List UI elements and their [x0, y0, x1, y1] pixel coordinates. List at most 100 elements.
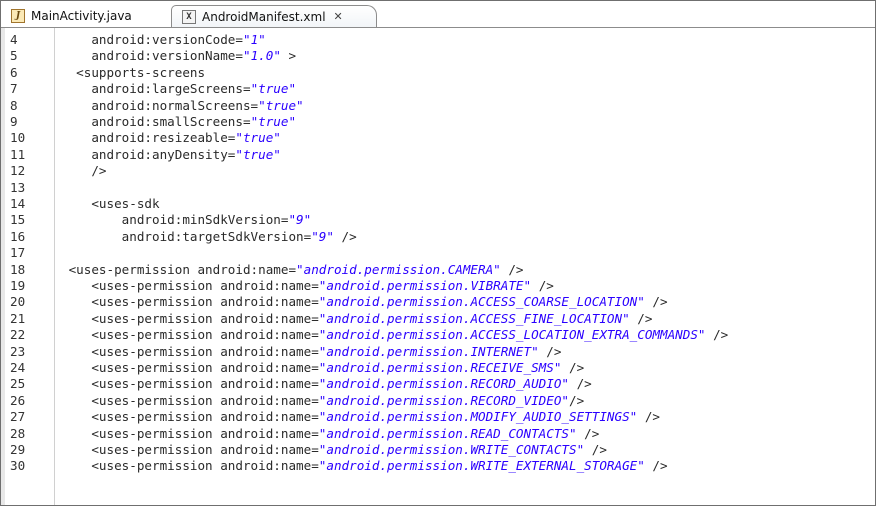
code-text: <uses-permission android:name="android.p…	[61, 327, 728, 343]
line-number: 11	[10, 146, 26, 162]
string-literal: "1"	[242, 32, 266, 47]
string-literal: "android.permission.WRITE_CONTACTS"	[318, 442, 585, 457]
string-literal: "true"	[258, 97, 304, 113]
xml-file-icon: X	[182, 9, 196, 24]
code-text: <uses-permission android:name="android.p…	[61, 360, 584, 376]
code-line[interactable]: 5 android:versionName="1.0" >	[1, 48, 871, 64]
code-token: android:resizeable=	[61, 130, 236, 146]
code-line[interactable]: 10 android:resizeable="true"	[1, 130, 871, 146]
code-token: <uses-permission android:name=	[61, 392, 319, 408]
code-text: android:targetSdkVersion="9" />	[61, 229, 357, 245]
code-text: android:largeScreens="true"	[61, 81, 296, 97]
code-token: />	[629, 310, 653, 326]
code-line[interactable]: 28 <uses-permission android:name="androi…	[1, 426, 871, 442]
string-literal: "android.permission.ACCESS_LOCATION_EXTR…	[318, 327, 706, 343]
line-number: 6	[10, 64, 18, 80]
close-tab-icon[interactable]: ✕	[334, 10, 343, 23]
code-line[interactable]: 19 <uses-permission android:name="androi…	[1, 278, 871, 294]
code-text: <uses-permission android:name="android.p…	[61, 376, 591, 392]
line-number: 8	[10, 97, 18, 113]
code-line[interactable]: 8 android:normalScreens="true"	[1, 98, 871, 114]
code-text: android:minSdkVersion="9"	[61, 212, 312, 228]
line-number: 23	[10, 343, 26, 359]
code-line[interactable]: 15 android:minSdkVersion="9"	[1, 212, 871, 228]
code-token: />	[637, 409, 660, 425]
code-text: <uses-sdk	[61, 196, 160, 212]
tab-android-manifest-xml[interactable]: X AndroidManifest.xml ✕	[171, 5, 377, 27]
code-text: <uses-permission android:name="android.p…	[61, 278, 554, 294]
string-literal: "true"	[250, 114, 297, 129]
line-number: 21	[10, 310, 26, 326]
line-number: 29	[10, 442, 26, 457]
code-text: <uses-permission android:name="android.p…	[61, 426, 599, 442]
code-line[interactable]: 23 <uses-permission android:name="androi…	[1, 344, 871, 360]
code-token: android:normalScreens=	[61, 97, 259, 113]
code-text: <supports-screens	[61, 65, 205, 81]
code-line[interactable]: 20 <uses-permission android:name="androi…	[1, 294, 871, 310]
code-line[interactable]: 25 <uses-permission android:name="androi…	[1, 376, 871, 392]
code-text: <uses-permission android:name="android.p…	[61, 294, 667, 310]
line-number: 4	[10, 32, 18, 47]
code-line[interactable]: 7 android:largeScreens="true"	[1, 81, 871, 97]
code-token: />	[561, 360, 585, 375]
code-line[interactable]: 4 android:versionCode="1"	[1, 32, 871, 48]
code-token: />	[644, 458, 668, 474]
line-number: 22	[10, 327, 26, 343]
code-token: <uses-permission android:name=	[61, 327, 319, 343]
line-number: 5	[10, 48, 18, 64]
string-literal: "1.0"	[242, 48, 281, 64]
code-token: <uses-permission android:name=	[61, 310, 319, 326]
line-number: 30	[10, 458, 26, 474]
code-line[interactable]: 9 android:smallScreens="true"	[1, 114, 871, 130]
code-token: <uses-permission android:name=	[61, 343, 319, 359]
string-literal: "android.permission.MODIFY_AUDIO_SETTING…	[318, 409, 638, 425]
code-token: />	[705, 327, 729, 343]
code-line[interactable]: 26 <uses-permission android:name="androi…	[1, 393, 871, 409]
code-line[interactable]: 13	[1, 180, 871, 196]
code-text: <uses-permission android:name="android.p…	[61, 458, 668, 474]
code-editor[interactable]: 4 android:versionCode="1" 5 android:versi…	[1, 28, 875, 505]
string-literal: "true"	[235, 130, 281, 146]
code-text: android:versionCode="1"	[61, 32, 266, 48]
code-text: <uses-permission android:name="android.p…	[61, 409, 660, 425]
string-literal: "android.permission.READ_CONTACTS"	[318, 425, 577, 441]
code-token: android:smallScreens=	[61, 114, 251, 129]
code-text: android:resizeable="true"	[61, 130, 281, 146]
code-line[interactable]: 17	[1, 245, 871, 261]
code-token: android:anyDensity=	[61, 146, 236, 162]
tab-main-activity-java[interactable]: J MainActivity.java	[5, 5, 165, 26]
code-text: <uses-permission android:name="android.p…	[61, 344, 561, 360]
code-line[interactable]: 27 <uses-permission android:name="androi…	[1, 409, 871, 425]
string-literal: "android.permission.CAMERA"	[296, 261, 501, 277]
code-line[interactable]: 12 />	[1, 163, 871, 179]
code-line[interactable]: 24 <uses-permission android:name="androi…	[1, 360, 871, 376]
code-line[interactable]: 21 <uses-permission android:name="androi…	[1, 311, 871, 327]
code-token: <uses-permission android:name=	[61, 442, 319, 457]
line-number: 28	[10, 425, 26, 441]
code-token: <supports-screens	[61, 64, 206, 80]
line-number: 9	[10, 114, 18, 129]
line-number: 26	[10, 392, 26, 408]
code-token: <uses-permission android:name=	[61, 294, 319, 310]
code-text: <uses-permission android:name="android.p…	[61, 442, 607, 458]
code-token: <uses-permission android:name=	[61, 278, 319, 293]
code-line[interactable]: 6 <supports-screens	[1, 65, 871, 81]
code-line[interactable]: 14 <uses-sdk	[1, 196, 871, 212]
code-line[interactable]: 30 <uses-permission android:name="androi…	[1, 458, 871, 474]
editor-tab-bar: J MainActivity.java X AndroidManifest.xm…	[1, 1, 875, 28]
code-line[interactable]: 16 android:targetSdkVersion="9" />	[1, 229, 871, 245]
tab-label: AndroidManifest.xml	[202, 9, 326, 24]
string-literal: "android.permission.VIBRATE"	[318, 278, 532, 293]
code-token: />	[500, 261, 524, 277]
code-line[interactable]: 11 android:anyDensity="true"	[1, 147, 871, 163]
line-number: 13	[10, 179, 26, 195]
code-token: />	[531, 278, 554, 293]
code-token: />	[538, 343, 562, 359]
code-line[interactable]: 22 <uses-permission android:name="androi…	[1, 327, 871, 343]
code-text: />	[61, 163, 106, 179]
tab-label: MainActivity.java	[31, 8, 132, 23]
string-literal: "android.permission.ACCESS_FINE_LOCATION…	[318, 310, 630, 326]
code-line[interactable]: 18 <uses-permission android:name="androi…	[1, 262, 871, 278]
code-line[interactable]: 29 <uses-permission android:name="androi…	[1, 442, 871, 458]
code-token: <uses-sdk	[61, 196, 160, 211]
